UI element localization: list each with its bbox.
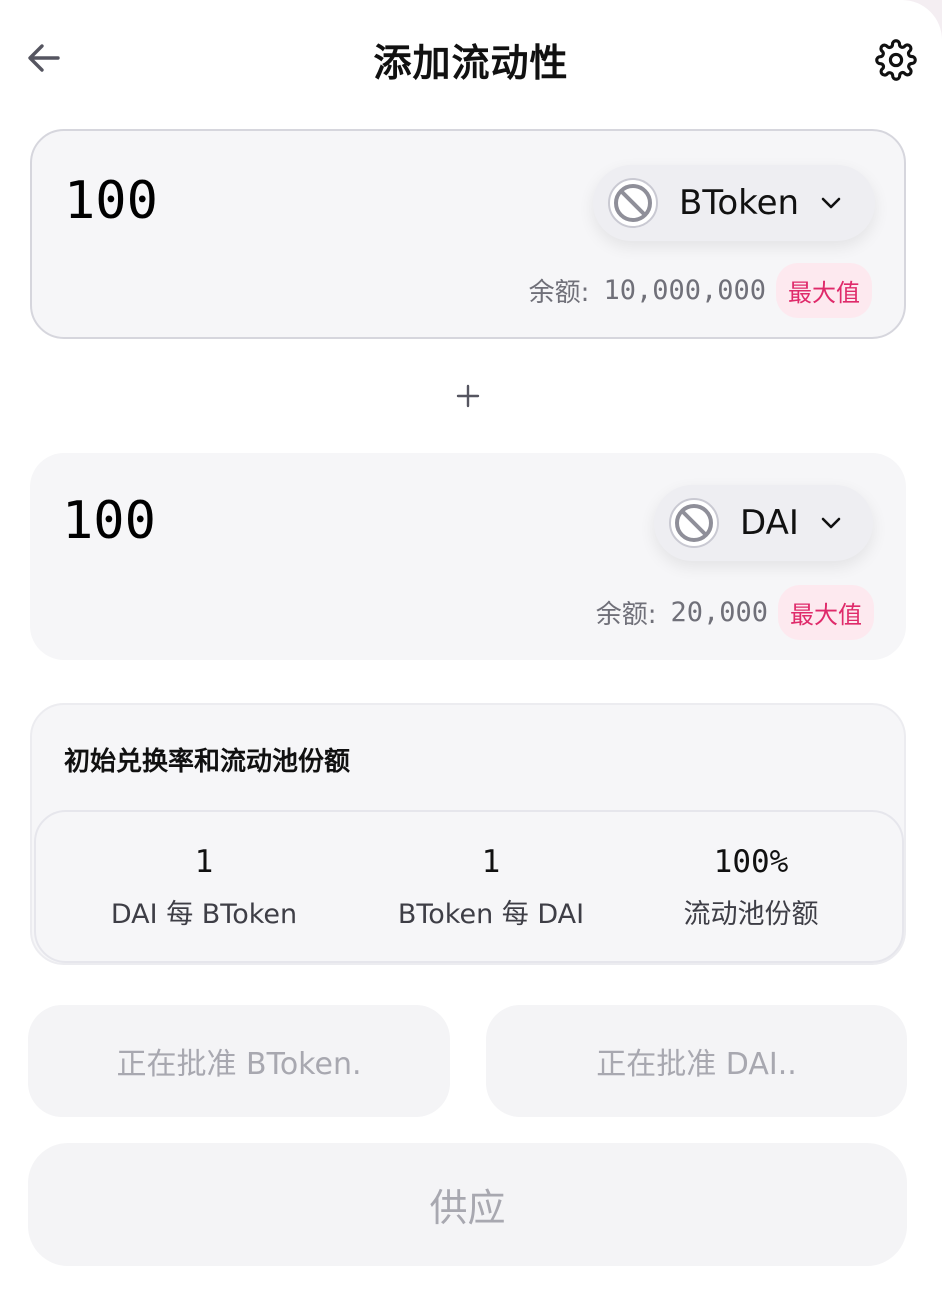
balance-label: 余额: bbox=[528, 278, 590, 308]
chevron-down-icon bbox=[821, 197, 841, 209]
token-b-balance-row: 余额: 20,000 最大值 bbox=[596, 585, 874, 640]
token-a-balance-row: 余额: 10,000,000 最大值 bbox=[529, 263, 872, 318]
price-and-pool-share-panel: 初始兑换率和流动池份额 1 DAI 每 BToken 1 BToken 每 DA… bbox=[30, 703, 906, 965]
stat-btoken-per-dai: 1 BToken 每 DAI bbox=[351, 844, 631, 931]
rate-stats: 1 DAI 每 BToken 1 BToken 每 DAI 100% 流动池份额 bbox=[34, 810, 904, 963]
max-button[interactable]: 最大值 bbox=[778, 585, 874, 640]
supply-button[interactable]: 供应 bbox=[28, 1143, 907, 1266]
balance-value: 10,000,000 bbox=[603, 275, 766, 306]
token-b-input-panel: 100 DAI 余额: 20,000 最大值 bbox=[30, 453, 906, 660]
max-button[interactable]: 最大值 bbox=[776, 263, 872, 318]
no-token-icon bbox=[669, 498, 719, 548]
stat-pool-share: 100% 流动池份额 bbox=[611, 844, 891, 931]
token-a-amount-input[interactable]: 100 bbox=[64, 171, 158, 231]
token-b-amount-input[interactable]: 100 bbox=[62, 491, 156, 551]
page-title: 添加流动性 bbox=[373, 41, 569, 85]
stat-label: BToken 每 DAI bbox=[397, 899, 585, 930]
chevron-down-icon bbox=[821, 517, 841, 529]
stat-value: 100% bbox=[713, 844, 789, 880]
approve-btoken-button[interactable]: 正在批准 BToken. bbox=[28, 1005, 450, 1117]
gear-icon bbox=[875, 39, 917, 81]
approve-dai-button[interactable]: 正在批准 DAI.. bbox=[486, 1005, 907, 1117]
token-a-input-panel: 100 BToken 余额: 10,000,000 最大值 bbox=[30, 129, 906, 339]
add-liquidity-card: 添加流动性 100 BToken 余额: 10,000,000 最大值 100 … bbox=[0, 0, 942, 1302]
rate-panel-title: 初始兑换率和流动池份额 bbox=[64, 747, 351, 777]
token-a-symbol: BToken bbox=[679, 183, 800, 223]
stat-dai-per-btoken: 1 DAI 每 BToken bbox=[64, 844, 344, 931]
token-b-select-button[interactable]: DAI bbox=[654, 485, 873, 561]
balance-label: 余额: bbox=[595, 600, 657, 630]
balance-value: 20,000 bbox=[670, 597, 768, 628]
header: 添加流动性 bbox=[0, 0, 942, 120]
token-b-symbol: DAI bbox=[740, 503, 799, 543]
plus-icon bbox=[449, 377, 487, 415]
settings-button[interactable] bbox=[872, 36, 920, 84]
stat-value: 1 bbox=[194, 844, 214, 880]
token-a-select-button[interactable]: BToken bbox=[593, 165, 875, 241]
stat-label: DAI 每 BToken bbox=[110, 899, 298, 930]
no-token-icon bbox=[608, 178, 658, 228]
stat-label: 流动池份额 bbox=[683, 899, 819, 930]
stat-value: 1 bbox=[481, 844, 501, 880]
